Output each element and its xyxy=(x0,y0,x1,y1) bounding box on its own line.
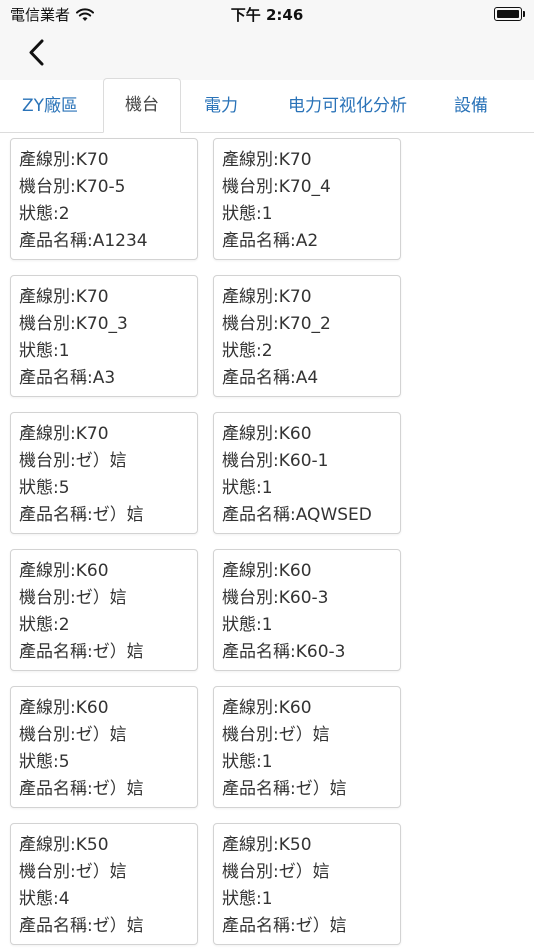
machine-card[interactable]: 產線別:K70 機台別:K70_4 狀態:1 產品名稱:A2 xyxy=(213,138,401,260)
product-field: 產品名稱:ゼ）娮 xyxy=(222,779,347,799)
machine-card[interactable]: 產線別:K70 機台別:ゼ）娮 狀態:5 產品名稱:ゼ）娮 xyxy=(10,412,198,534)
state-field: 狀態:2 xyxy=(19,204,70,224)
product-field: 產品名稱:A2 xyxy=(222,231,319,251)
state-field: 狀態:1 xyxy=(222,615,273,635)
line-field: 產線別:K60 xyxy=(222,698,312,718)
tab-machines[interactable]: 機台 xyxy=(103,78,181,133)
machine-field: 機台別:K70-5 xyxy=(19,177,126,197)
tab-bar: ZY廠區 機台 電力 电力可视化分析 設備 xyxy=(0,78,534,133)
machine-field: 機台別:K60-1 xyxy=(222,451,329,471)
line-field: 產線別:K60 xyxy=(19,561,109,581)
clock: 下午 2:46 xyxy=(230,6,304,24)
state-field: 狀態:1 xyxy=(222,478,273,498)
machine-field: 機台別:K70_3 xyxy=(19,314,128,334)
tab-power[interactable]: 電力 xyxy=(188,80,254,132)
machine-card[interactable]: 產線別:K60 機台別:K60-3 狀態:1 產品名稱:K60-3 xyxy=(213,549,401,671)
line-field: 產線別:K70 xyxy=(19,287,109,307)
product-field: 產品名稱:ゼ）娮 xyxy=(222,916,347,936)
machine-card[interactable]: 產線別:K60 機台別:ゼ）娮 狀態:1 產品名稱:ゼ）娮 xyxy=(213,686,401,808)
line-field: 產線別:K60 xyxy=(222,424,312,444)
product-field: 產品名稱:A1234 xyxy=(19,231,148,251)
product-field: 產品名稱:ゼ）娮 xyxy=(19,779,144,799)
chevron-left-icon xyxy=(29,39,44,66)
line-field: 產線別:K70 xyxy=(19,150,109,170)
product-field: 產品名稱:A3 xyxy=(19,368,116,388)
state-field: 狀態:1 xyxy=(19,341,70,361)
product-field: 產品名稱:A4 xyxy=(222,368,319,388)
line-field: 產線別:K70 xyxy=(222,287,312,307)
state-field: 狀態:5 xyxy=(19,752,70,772)
machine-field: 機台別:ゼ）娮 xyxy=(19,862,127,882)
state-field: 狀態:1 xyxy=(222,889,273,909)
machine-field: 機台別:ゼ）娮 xyxy=(19,588,127,608)
machine-card[interactable]: 產線別:K70 機台別:K70_2 狀態:2 產品名稱:A4 xyxy=(213,275,401,397)
product-field: 產品名稱:AQWSED xyxy=(222,505,372,525)
machine-field: 機台別:ゼ）娮 xyxy=(222,725,330,745)
state-field: 狀態:2 xyxy=(19,615,70,635)
machine-card[interactable]: 產線別:K60 機台別:ゼ）娮 狀態:5 產品名稱:ゼ）娮 xyxy=(10,686,198,808)
status-bar: 電信業者 下午 2:46 xyxy=(0,0,534,28)
state-field: 狀態:1 xyxy=(222,204,273,224)
machine-card[interactable]: 產線別:K70 機台別:K70-5 狀態:2 產品名稱:A1234 xyxy=(10,138,198,260)
machine-card[interactable]: 產線別:K60 機台別:K60-1 狀態:1 產品名稱:AQWSED xyxy=(213,412,401,534)
line-field: 產線別:K70 xyxy=(19,424,109,444)
machine-field: 機台別:K60-3 xyxy=(222,588,329,608)
product-field: 產品名稱:ゼ）娮 xyxy=(19,916,144,936)
product-field: 產品名稱:ゼ）娮 xyxy=(19,642,144,662)
navigation-bar xyxy=(0,28,534,80)
machine-field: 機台別:ゼ）娮 xyxy=(19,725,127,745)
state-field: 狀態:5 xyxy=(19,478,70,498)
machine-card[interactable]: 產線別:K70 機台別:K70_3 狀態:1 產品名稱:A3 xyxy=(10,275,198,397)
line-field: 產線別:K60 xyxy=(222,561,312,581)
back-button[interactable] xyxy=(24,36,56,70)
state-field: 狀態:1 xyxy=(222,752,273,772)
product-field: 產品名稱:ゼ）娮 xyxy=(19,505,144,525)
line-field: 產線別:K50 xyxy=(19,835,109,855)
line-field: 產線別:K60 xyxy=(19,698,109,718)
machine-field: 機台別:ゼ）娮 xyxy=(222,862,330,882)
state-field: 狀態:4 xyxy=(19,889,70,909)
product-field: 產品名稱:K60-3 xyxy=(222,642,346,662)
battery-icon xyxy=(494,7,525,21)
line-field: 產線別:K70 xyxy=(222,150,312,170)
line-field: 產線別:K50 xyxy=(222,835,312,855)
tab-equipment[interactable]: 設備 xyxy=(440,80,502,132)
machine-field: 機台別:K70_4 xyxy=(222,177,331,197)
machine-field: 機台別:K70_2 xyxy=(222,314,331,334)
machine-card[interactable]: 產線別:K50 機台別:ゼ）娮 狀態:4 產品名稱:ゼ）娮 xyxy=(10,823,198,945)
machine-field: 機台別:ゼ）娮 xyxy=(19,451,127,471)
machine-card[interactable]: 產線別:K50 機台別:ゼ）娮 狀態:1 產品名稱:ゼ）娮 xyxy=(213,823,401,945)
state-field: 狀態:2 xyxy=(222,341,273,361)
tab-power-visual-analysis[interactable]: 电力可视化分析 xyxy=(270,80,425,132)
machine-card[interactable]: 產線別:K60 機台別:ゼ）娮 狀態:2 產品名稱:ゼ）娮 xyxy=(10,549,198,671)
tab-zy-factory[interactable]: ZY廠區 xyxy=(0,80,100,132)
